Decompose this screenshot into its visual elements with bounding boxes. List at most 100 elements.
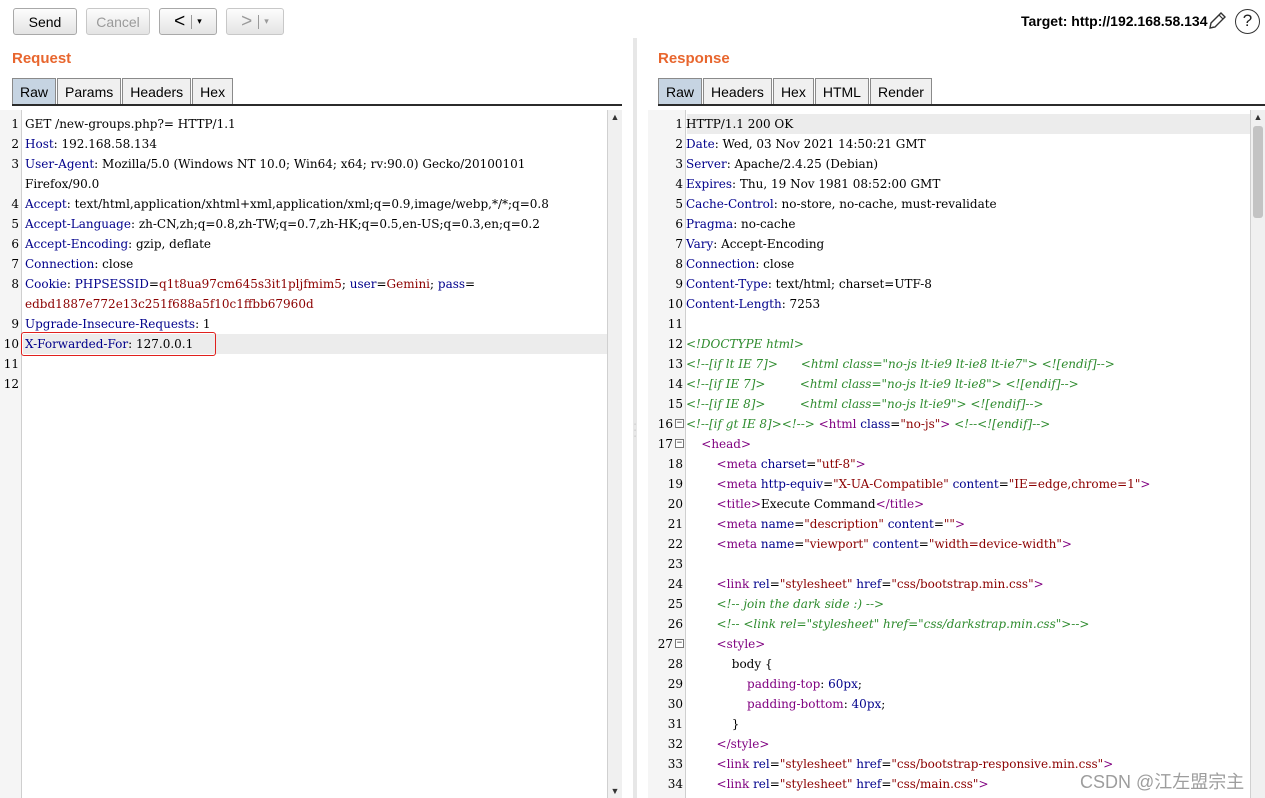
chevron-down-icon[interactable]: ▾ (264, 16, 269, 27)
tab-params[interactable]: Params (57, 78, 122, 105)
request-scrollbar[interactable]: ▲ ▼ (607, 110, 622, 798)
code-token: = (998, 477, 1009, 491)
code-line: User-Agent: Mozilla/5.0 (Windows NT 10.0… (25, 154, 525, 174)
line-number: 9 (675, 277, 683, 291)
tab-headers[interactable]: Headers (703, 78, 772, 105)
code-token: = (376, 277, 387, 291)
code-token: ; (857, 677, 862, 691)
line-number: 23 (667, 557, 683, 571)
code-token: > (1140, 477, 1151, 491)
code-token: Upgrade-Insecure-Requests (25, 317, 196, 331)
scroll-thumb[interactable] (1253, 126, 1263, 218)
code-token: Connection (25, 257, 95, 271)
fold-toggle-icon[interactable]: − (675, 419, 684, 428)
code-token: <html (818, 417, 861, 431)
code-token: "css/bootstrap-responsive.min.css" (891, 757, 1104, 771)
divider (191, 14, 193, 29)
code-token: <!-- join the dark side :) --> (716, 597, 885, 611)
pencil-icon[interactable] (1206, 10, 1228, 32)
request-title: Request (12, 50, 72, 67)
code-line: } (686, 714, 740, 734)
code-token: <meta (716, 457, 761, 471)
code-token: href (856, 577, 882, 591)
fold-toggle-icon[interactable]: − (675, 639, 684, 648)
line-number: 8 (11, 277, 19, 291)
code-line: Server: Apache/2.4.25 (Debian) (686, 154, 878, 174)
response-scrollbar[interactable]: ▲ (1250, 110, 1265, 798)
line-number: 11 (3, 357, 19, 371)
scroll-up-icon[interactable]: ▲ (608, 110, 622, 124)
line-number: 34 (667, 777, 683, 791)
code-line: HTTP/1.1 200 OK (686, 114, 793, 134)
cancel-button[interactable]: Cancel (86, 8, 150, 35)
divider (258, 14, 260, 29)
code-token: : close (94, 257, 134, 271)
code-token: </title> (875, 497, 925, 511)
annotation-highlight-box (21, 332, 216, 356)
code-token: 40px (851, 697, 882, 711)
tab-raw[interactable]: Raw (12, 78, 57, 105)
code-token: padding-bottom (747, 697, 844, 711)
tab-render[interactable]: Render (869, 78, 932, 105)
code-line: <meta http-equiv="X-UA-Compatible" conte… (686, 474, 1151, 494)
response-tabs: Raw Headers Hex HTML Render (658, 78, 933, 105)
code-token: : 7253 (781, 297, 821, 311)
scroll-down-icon[interactable]: ▼ (608, 784, 622, 798)
code-token: href (856, 757, 882, 771)
code-token: <style> (716, 637, 766, 651)
code-line: GET /new-groups.php?= HTTP/1.1 (25, 114, 236, 134)
code-token: name (760, 537, 795, 551)
code-token: > (1033, 577, 1044, 591)
fold-toggle-icon[interactable]: − (675, 439, 684, 448)
code-line: Date: Wed, 03 Nov 2021 14:50:21 GMT (686, 134, 926, 154)
code-token: <!--[if gt IE 8]><!--> (686, 417, 819, 431)
code-token: Accept-Encoding (25, 237, 129, 251)
code-line: Connection: close (686, 254, 794, 274)
line-number: 12 (3, 377, 19, 391)
code-token: Accept (25, 197, 67, 211)
code-line: <!--[if IE 8]> <html class="no-js lt-ie9… (686, 394, 1044, 414)
code-token: user (349, 277, 377, 291)
chevron-down-icon[interactable]: ▾ (197, 16, 202, 27)
code-token: = (881, 777, 892, 791)
line-number: 28 (667, 657, 683, 671)
response-editor[interactable]: 1 HTTP/1.1 200 OK 2 Date: Wed, 03 Nov 2021 … (648, 110, 1265, 798)
forward-button[interactable]: > ▾ (226, 8, 284, 35)
code-line: Content-Type: text/html; charset=UTF-8 (686, 274, 932, 294)
code-line: <!--[if gt IE 8]><!--> <html class="no-j… (686, 414, 1050, 434)
code-token: <!DOCTYPE html> (686, 337, 804, 351)
line-number: 9 (11, 317, 19, 331)
code-token: : text/html; charset=UTF-8 (767, 277, 932, 291)
code-token: = (769, 577, 780, 591)
tab-html[interactable]: HTML (814, 78, 869, 105)
code-token: http-equiv (760, 477, 824, 491)
line-number: 12 (667, 337, 683, 351)
code-token: <!-- <link rel="stylesheet" href="css/da… (716, 617, 1090, 631)
back-button[interactable]: < ▾ (159, 8, 217, 35)
help-icon[interactable]: ? (1235, 9, 1260, 34)
tab-headers[interactable]: Headers (122, 78, 192, 105)
code-token: Server (686, 157, 727, 171)
code-token: = (881, 577, 892, 591)
line-number: 7 (675, 237, 683, 251)
code-token: Host (25, 137, 54, 151)
line-number: 19 (667, 477, 683, 491)
request-editor[interactable]: 1 GET /new-groups.php?= HTTP/1.1 2 Host: 19… (0, 110, 623, 798)
tab-hex[interactable]: Hex (772, 78, 814, 105)
line-number: 6 (675, 217, 683, 231)
tab-raw[interactable]: Raw (658, 78, 703, 105)
code-line: <meta name="description" content=""> (686, 514, 966, 534)
scroll-up-icon[interactable]: ▲ (1251, 110, 1265, 124)
tab-hex[interactable]: Hex (192, 78, 234, 105)
divider (12, 104, 622, 106)
send-button[interactable]: Send (13, 8, 77, 35)
code-token: : no-store, no-cache, must-revalidate (773, 197, 997, 211)
code-token: body { (686, 657, 773, 671)
code-line: <style> (686, 634, 766, 654)
